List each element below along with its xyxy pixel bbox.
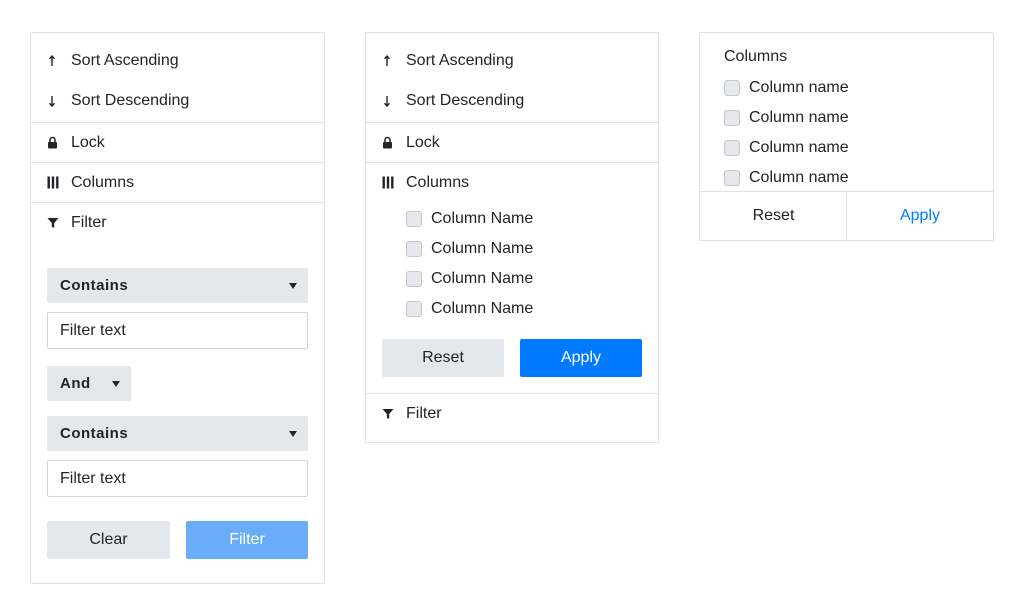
column-option-label: Column Name [431,270,534,287]
columns-item[interactable]: Columns [366,162,658,202]
sort-descending-item[interactable]: Sort Descending [31,81,324,121]
lock-icon [382,135,400,151]
arrow-down-icon [47,93,65,109]
column-option-label: Column name [749,79,849,96]
filter-item[interactable]: Filter [366,393,658,433]
arrow-down-icon [382,93,400,109]
column-option[interactable]: Column name [724,163,849,193]
filter-icon [47,215,65,231]
apply-button[interactable]: Apply [520,339,642,377]
lock-item[interactable]: Lock [366,122,658,162]
checkbox[interactable] [406,301,422,317]
sort-ascending-item[interactable]: Sort Ascending [31,41,324,81]
clear-button[interactable]: Clear [47,521,170,559]
sort-ascending-label: Sort Ascending [406,52,514,69]
lock-item[interactable]: Lock [31,122,324,162]
reset-button[interactable]: Reset [700,192,847,240]
column-option-label: Column Name [431,240,534,257]
filter-text-input-2[interactable]: Filter text [47,460,308,497]
column-chooser-list: Column name Column name Column name Colu… [724,73,849,193]
sort-descending-label: Sort Descending [71,92,190,109]
filter-label: Filter [71,213,107,231]
reset-button[interactable]: Reset [382,339,504,377]
columns-icon [382,175,400,191]
column-menu-columns-expanded: Sort Ascending Sort Descending Lock Colu… [365,32,659,443]
checkbox[interactable] [724,170,740,186]
column-option-label: Column Name [431,210,534,227]
filter-button[interactable]: Filter [186,521,308,559]
lock-label: Lock [406,133,440,151]
caret-down-icon [112,381,120,387]
column-option-label: Column Name [431,300,534,317]
column-option[interactable]: Column name [724,103,849,133]
checkbox[interactable] [406,271,422,287]
sort-group: Sort Ascending Sort Descending [31,33,324,122]
operator-dropdown-2[interactable]: Contains [47,416,308,451]
checkbox[interactable] [724,80,740,96]
column-chooser: Columns Column name Column name Column n… [699,32,994,241]
column-menu-filter-expanded: Sort Ascending Sort Descending Lock Colu… [30,32,325,584]
operator-1-value: Contains [60,277,129,294]
column-option[interactable]: Column Name [406,204,533,234]
columns-item[interactable]: Columns [31,162,324,202]
column-chooser-actions: Reset Apply [700,191,993,240]
apply-button[interactable]: Apply [847,192,993,240]
filter-item[interactable]: Filter [31,202,324,242]
column-option-label: Column name [749,169,849,186]
sort-descending-item[interactable]: Sort Descending [366,81,658,121]
operator-dropdown-1[interactable]: Contains [47,268,308,303]
columns-label: Columns [406,173,470,191]
operator-2-value: Contains [60,425,129,442]
logic-dropdown[interactable]: And [47,366,131,401]
filter-label: Filter [406,404,442,422]
column-option-label: Column name [749,139,849,156]
column-chooser-title: Columns [724,48,788,65]
lock-icon [47,135,65,151]
column-option[interactable]: Column name [724,73,849,103]
checkbox[interactable] [724,140,740,156]
filter-text-2-placeholder: Filter text [60,469,126,487]
logic-value: And [60,375,91,392]
column-option[interactable]: Column Name [406,294,533,324]
filter-text-1-placeholder: Filter text [60,321,126,339]
checkbox[interactable] [406,211,422,227]
arrow-up-icon [382,53,400,69]
columns-label: Columns [71,173,135,191]
column-option[interactable]: Column Name [406,234,533,264]
column-option[interactable]: Column name [724,133,849,163]
columns-checklist: Column Name Column Name Column Name Colu… [406,204,533,324]
arrow-up-icon [47,53,65,69]
column-option-label: Column name [749,109,849,126]
sort-group: Sort Ascending Sort Descending [366,33,658,122]
checkbox[interactable] [724,110,740,126]
sort-descending-label: Sort Descending [406,92,525,109]
caret-down-icon [289,283,297,289]
sort-ascending-item[interactable]: Sort Ascending [366,41,658,81]
filter-text-input-1[interactable]: Filter text [47,312,308,349]
lock-label: Lock [71,133,105,151]
checkbox[interactable] [406,241,422,257]
sort-ascending-label: Sort Ascending [71,52,179,69]
column-option[interactable]: Column Name [406,264,533,294]
filter-icon [382,406,400,422]
columns-icon [47,175,65,191]
caret-down-icon [289,431,297,437]
